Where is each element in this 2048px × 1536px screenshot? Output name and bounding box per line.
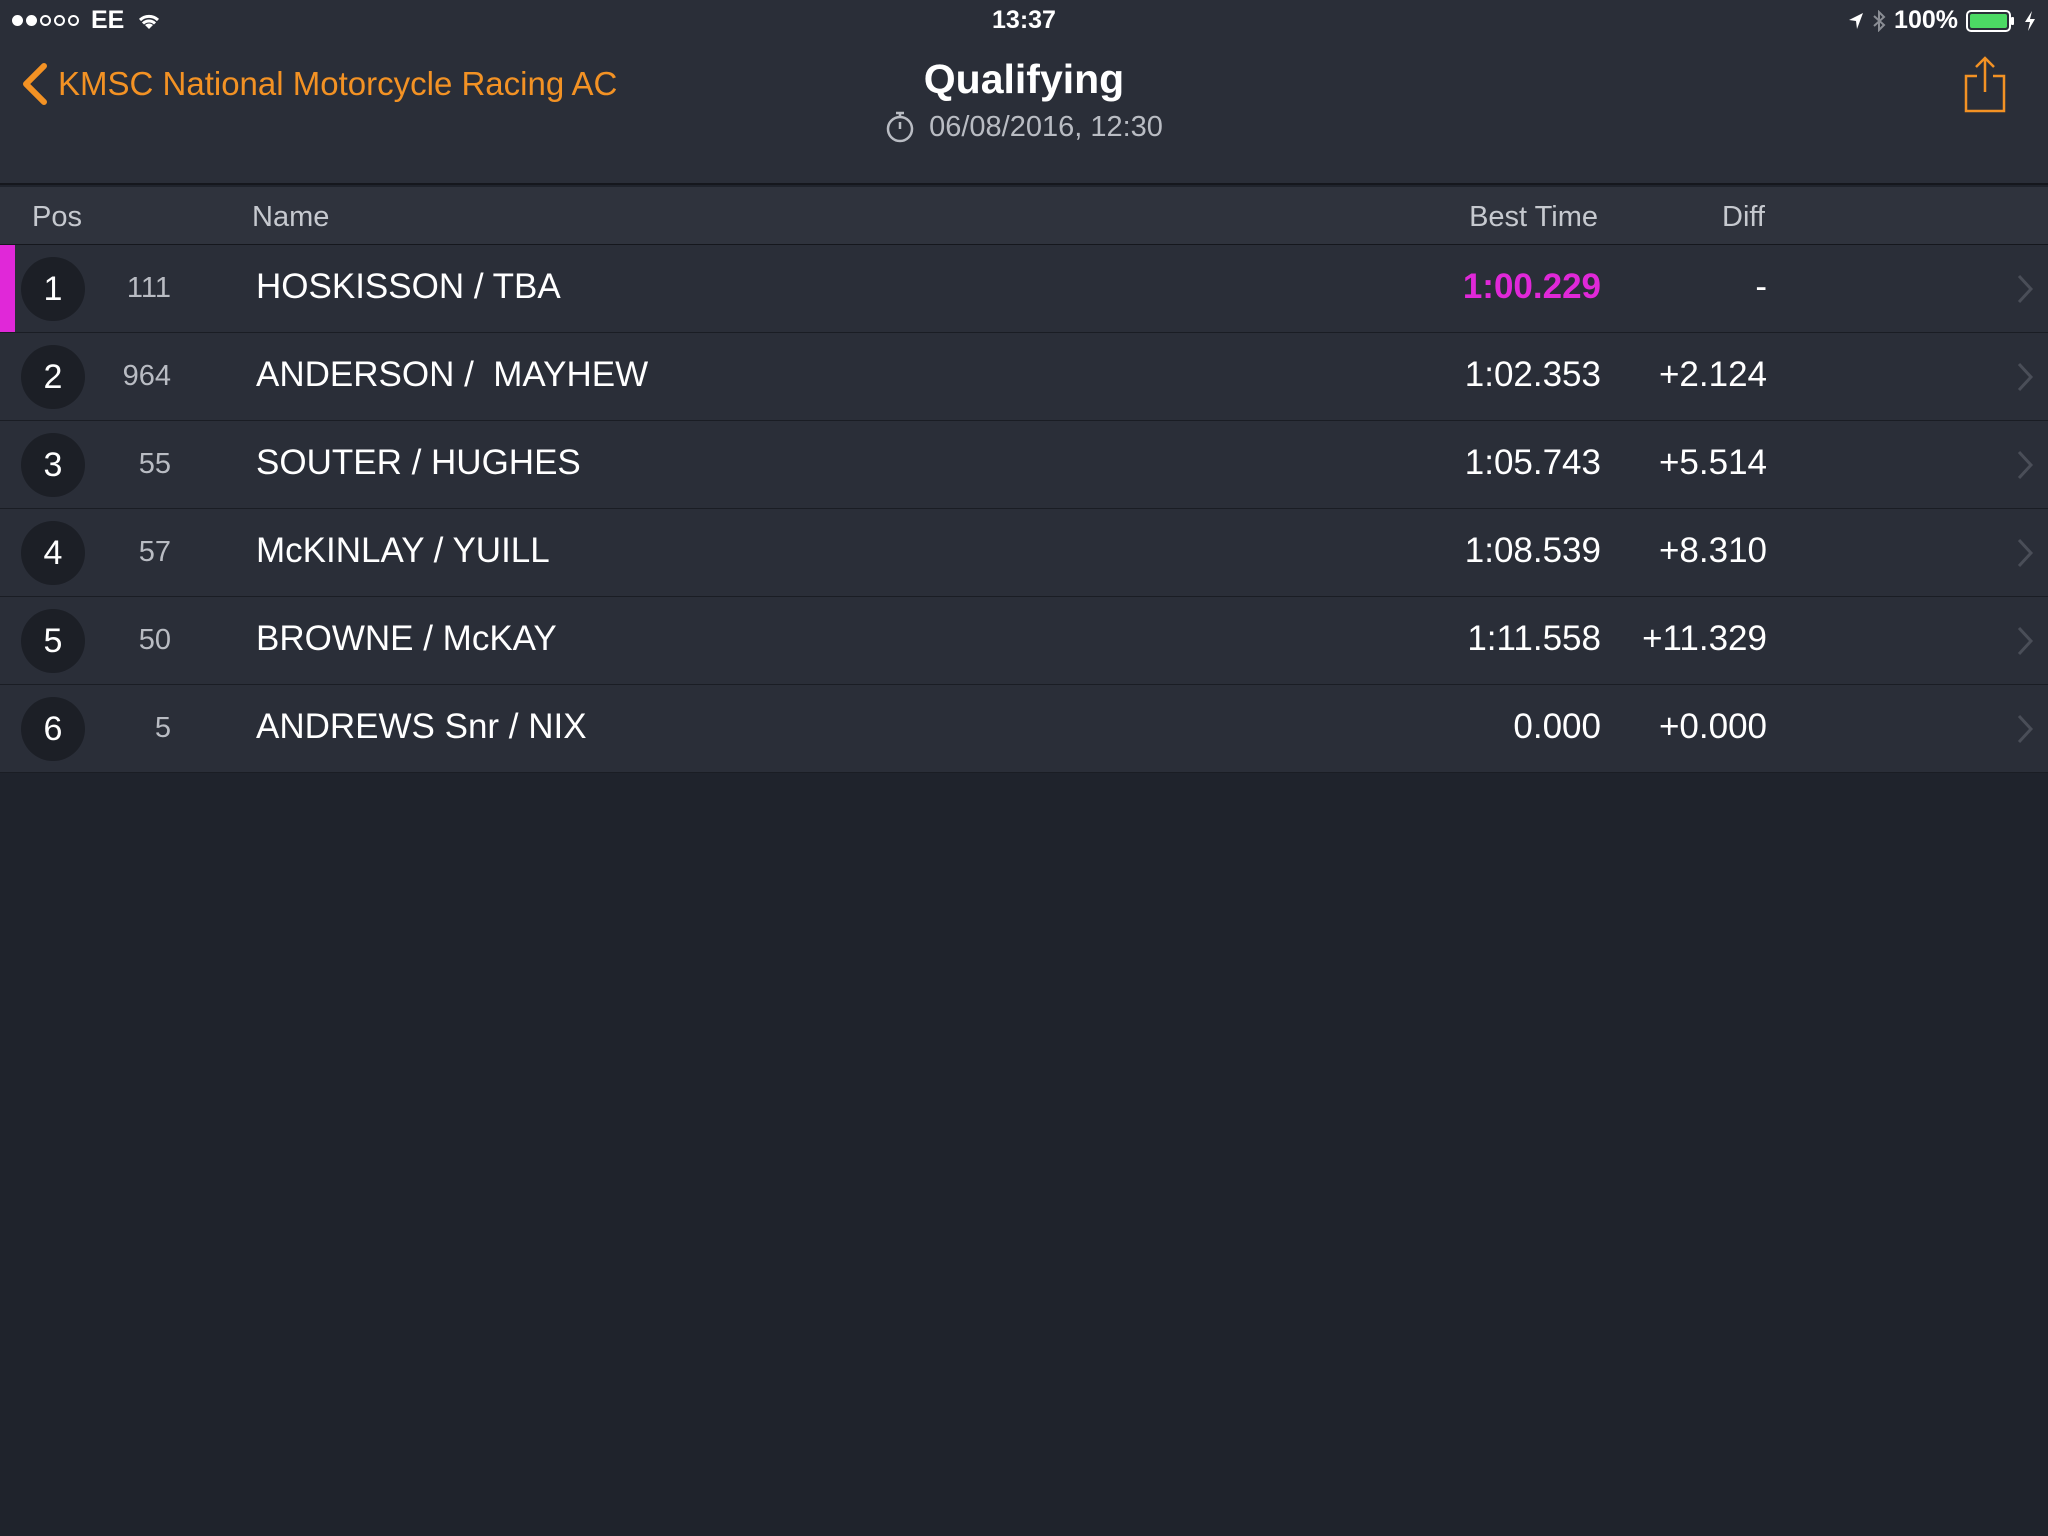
time-diff: +5.514 — [1658, 443, 1767, 482]
rider-name: BROWNE / McKAY — [256, 619, 557, 658]
position-badge: 2 — [21, 345, 85, 409]
status-right: 100% — [1848, 6, 2036, 35]
share-button[interactable] — [1962, 54, 2008, 114]
fastest-lap-indicator — [0, 245, 15, 332]
session-datetime-text: 06/08/2016, 12:30 — [929, 110, 1163, 143]
results-table: 1 111 HOSKISSON / TBA 1:00.229 - 2 964 A… — [0, 245, 2048, 773]
rider-number: 5 — [154, 712, 171, 744]
best-time: 0.000 — [1513, 707, 1601, 746]
position-badge: 4 — [21, 521, 85, 585]
position-badge: 6 — [21, 697, 85, 761]
session-datetime: 06/08/2016, 12:30 — [0, 110, 2048, 144]
chevron-right-icon — [2017, 538, 2034, 568]
table-row[interactable]: 5 50 BROWNE / McKAY 1:11.558 +11.329 — [0, 597, 2048, 685]
time-diff: +11.329 — [1642, 619, 1767, 658]
column-header-name: Name — [252, 201, 330, 233]
time-diff: - — [1755, 267, 1767, 306]
rider-name: ANDERSON / MAYHEW — [256, 355, 649, 394]
location-icon — [1849, 12, 1864, 29]
rider-number: 50 — [138, 624, 171, 656]
chevron-right-icon — [2017, 362, 2034, 392]
position-badge: 1 — [21, 257, 85, 321]
chevron-right-icon — [2017, 714, 2034, 744]
rider-number: 57 — [138, 536, 171, 568]
best-time: 1:05.743 — [1464, 443, 1601, 482]
rider-number: 55 — [138, 448, 171, 480]
best-time: 1:00.229 — [1462, 267, 1601, 306]
table-row[interactable]: 2 964 ANDERSON / MAYHEW 1:02.353 +2.124 — [0, 333, 2048, 421]
rider-number: 111 — [126, 272, 171, 304]
page-title: Qualifying — [923, 56, 1125, 102]
time-diff: +0.000 — [1658, 707, 1767, 746]
rider-number: 964 — [122, 360, 171, 392]
rider-name: SOUTER / HUGHES — [256, 443, 581, 482]
battery-percent: 100% — [1894, 6, 1958, 34]
column-header-pos: Pos — [32, 201, 82, 233]
table-row[interactable]: 6 5 ANDREWS Snr / NIX 0.000 +0.000 — [0, 685, 2048, 773]
best-time: 1:11.558 — [1467, 619, 1601, 658]
charging-icon — [2025, 10, 2035, 31]
table-row[interactable]: 4 57 McKINLAY / YUILL 1:08.539 +8.310 — [0, 509, 2048, 597]
table-row[interactable]: 1 111 HOSKISSON / TBA 1:00.229 - — [0, 245, 2048, 333]
bluetooth-icon — [1873, 9, 1886, 32]
best-time: 1:08.539 — [1464, 531, 1601, 570]
column-header-best-time: Best Time — [1469, 201, 1598, 233]
chevron-right-icon — [2017, 450, 2034, 480]
table-header: Pos Name Best Time Diff — [0, 187, 2048, 245]
battery-icon — [1966, 9, 2014, 32]
rider-name: HOSKISSON / TBA — [256, 267, 561, 306]
status-time: 13:37 — [992, 6, 1056, 34]
position-badge: 5 — [21, 609, 85, 673]
stopwatch-icon — [886, 111, 914, 143]
column-header-diff: Diff — [1722, 201, 1765, 233]
time-diff: +2.124 — [1658, 355, 1767, 394]
rider-name: ANDREWS Snr / NIX — [256, 707, 587, 746]
position-badge: 3 — [21, 433, 85, 497]
navigation-bar: KMSC National Motorcycle Racing AC Quali… — [0, 40, 2048, 185]
chevron-right-icon — [2017, 274, 2034, 304]
best-time: 1:02.353 — [1464, 355, 1601, 394]
status-bar: EE 13:37 100% — [0, 0, 2048, 40]
chevron-right-icon — [2017, 626, 2034, 656]
table-row[interactable]: 3 55 SOUTER / HUGHES 1:05.743 +5.514 — [0, 421, 2048, 509]
rider-name: McKINLAY / YUILL — [256, 531, 550, 570]
time-diff: +8.310 — [1658, 531, 1767, 570]
